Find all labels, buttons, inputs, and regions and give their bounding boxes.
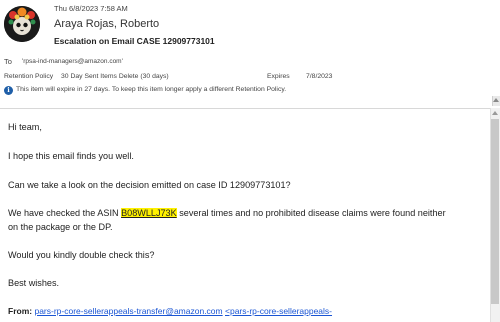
expiration-info-bar: i This item will expire in 27 days. To ke… — [4, 86, 286, 95]
avatar-image — [4, 6, 40, 42]
scrollbar-thumb[interactable] — [491, 119, 499, 304]
body-line-request: Would you kindly double check this? — [8, 250, 155, 260]
to-recipient[interactable]: 'rpsa-ind-managers@amazon.com' — [22, 58, 123, 65]
info-icon: i — [4, 86, 13, 95]
body-closing: Best wishes. — [8, 278, 60, 288]
sender-name[interactable]: Araya Rojas, Roberto — [54, 18, 159, 30]
chevron-up-icon — [493, 98, 499, 102]
retention-policy-value: 30 Day Sent Items Delete (30 days) — [61, 73, 169, 80]
body-greeting: Hi team, — [8, 122, 42, 132]
message-header: Thu 6/8/2023 7:58 AM Araya Rojas, Robert… — [0, 0, 500, 108]
quoted-from-line: From: pars-rp-core-sellerappeals-transfe… — [8, 306, 332, 316]
scroll-up-icon[interactable] — [492, 111, 498, 115]
body-line-asin: We have checked the ASIN B08WLLJ73K seve… — [8, 206, 446, 221]
from-label: From: — [8, 306, 33, 316]
to-label: To — [4, 57, 12, 66]
asin-text-before: We have checked the ASIN — [8, 208, 122, 218]
sender-avatar[interactable] — [4, 6, 40, 42]
body-line-case-question: Can we take a look on the decision emitt… — [8, 180, 291, 190]
expires-value: 7/8/2023 — [306, 73, 333, 80]
asin-text-after: several times and no prohibited disease … — [176, 208, 446, 218]
body-line-wellwishes: I hope this email finds you well. — [8, 151, 134, 161]
retention-policy-label: Retention Policy — [4, 73, 54, 80]
expires-label: Expires — [267, 73, 290, 80]
retention-policy-row: Retention Policy 30 Day Sent Items Delet… — [4, 73, 169, 80]
message-date: Thu 6/8/2023 7:58 AM — [54, 4, 128, 13]
asin-highlight: B08WLLJ73K — [121, 208, 177, 218]
message-subject: Escalation on Email CASE 12909773101 — [54, 36, 215, 46]
expiration-info-text: This item will expire in 27 days. To kee… — [16, 86, 287, 93]
body-line-package: on the package or the DP. — [8, 222, 113, 232]
from-email-link[interactable]: pars-rp-core-sellerappeals-transfer@amaz… — [34, 306, 222, 316]
from-email-bracket-link[interactable]: <pars-rp-core-sellerappeals- — [225, 306, 332, 316]
